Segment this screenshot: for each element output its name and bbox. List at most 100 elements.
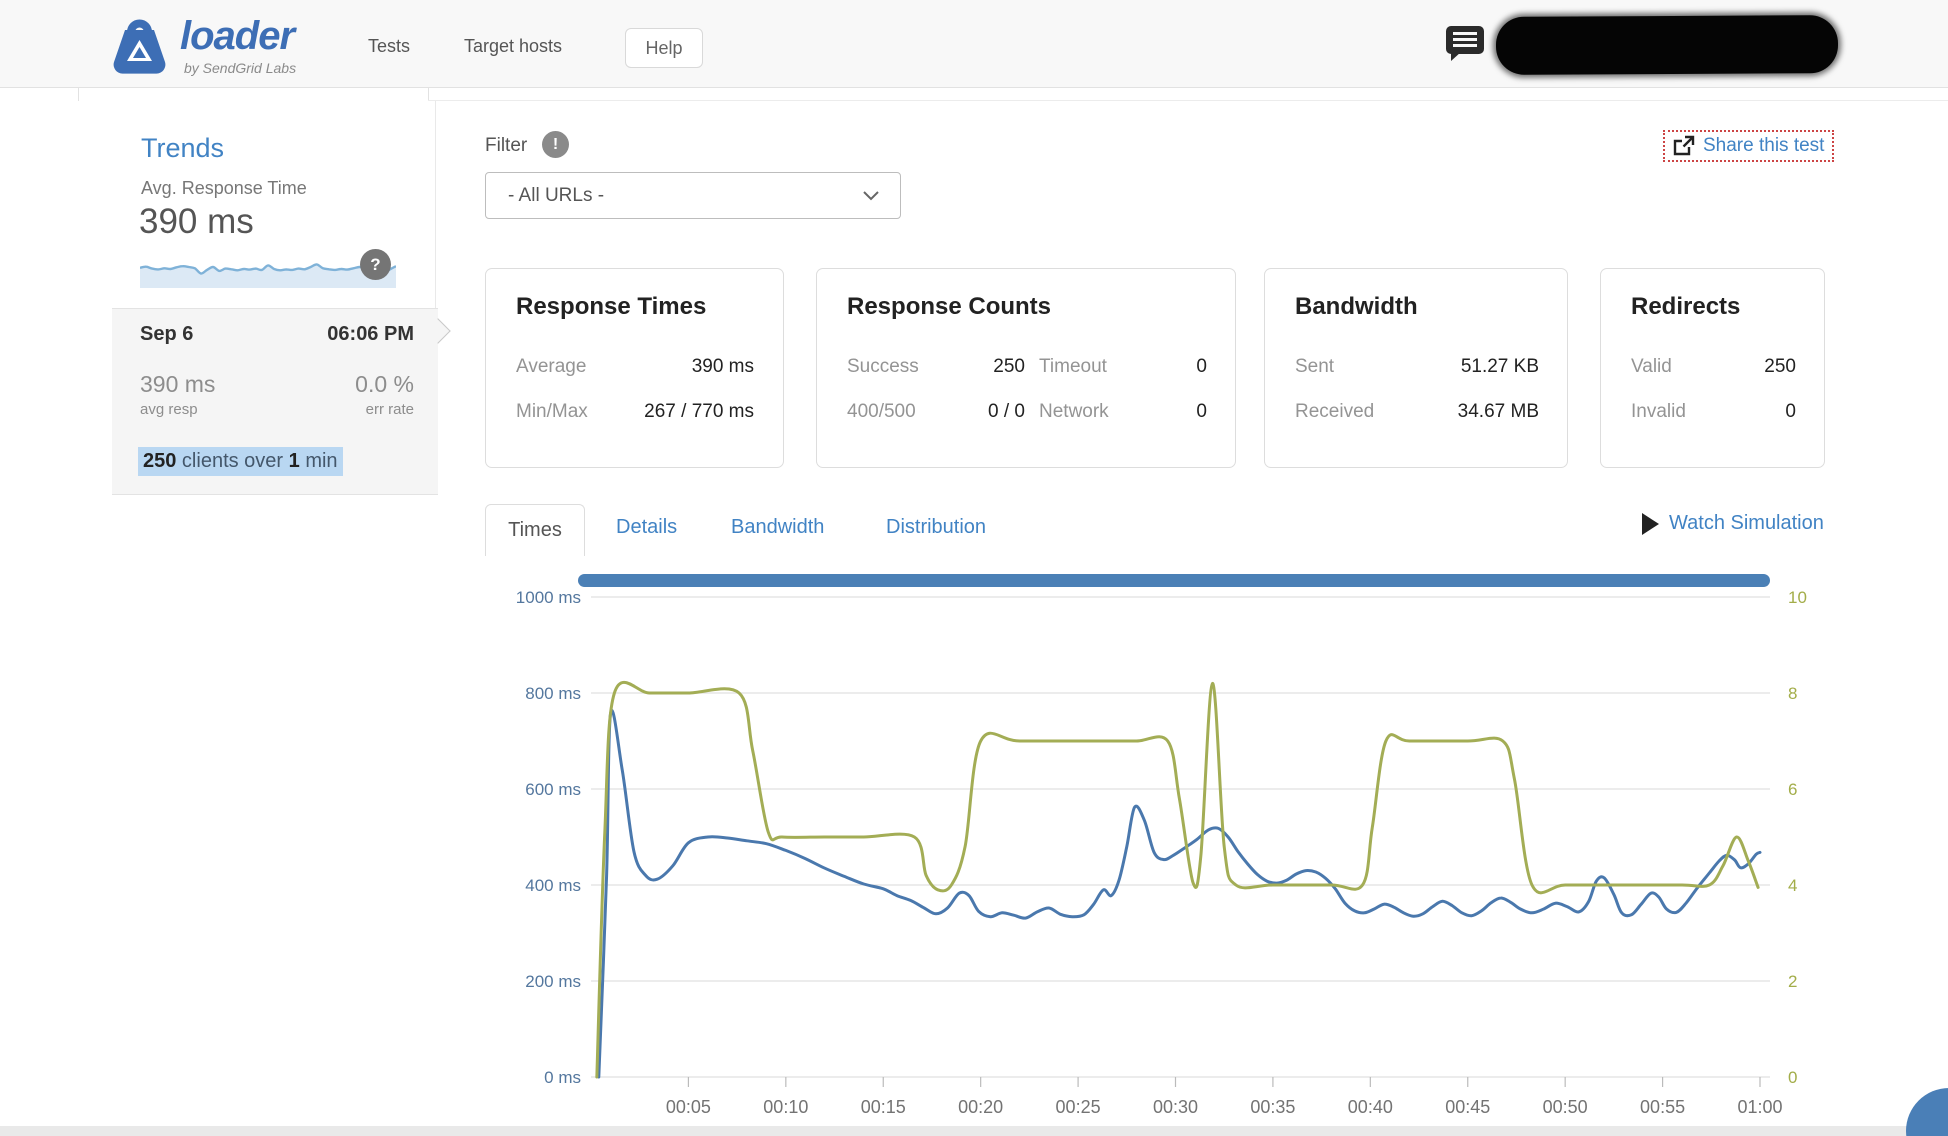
share-label: Share this test	[1703, 135, 1825, 156]
card-title: Response Counts	[847, 293, 1052, 320]
card-title: Redirects	[1631, 293, 1741, 320]
filter-label: Filter	[485, 135, 528, 156]
response-times-card: Response Times Average 390 ms Min/Max 26…	[485, 268, 784, 468]
nav-link-target-hosts[interactable]: Target hosts	[464, 36, 562, 57]
response-times-chart: 0 ms 0 200 ms 2 400 ms 4 600 ms 6 800 ms 8 1000 ms…	[516, 588, 1807, 1117]
chat-widget-button[interactable]	[1906, 1088, 1948, 1136]
clients-text: clients over	[176, 450, 289, 472]
stat-value: 0	[1196, 401, 1207, 422]
trend-time: 06:06 PM	[327, 323, 414, 345]
left-axis-tick-label: 1000 ms	[516, 588, 581, 607]
series-response-time-ms	[597, 709, 1762, 1079]
bubble-line	[1453, 44, 1477, 47]
redacted-account-name[interactable]	[1495, 15, 1839, 75]
x-axis-tick-label: 00:50	[1543, 1097, 1588, 1117]
x-axis-tick-label: 00:55	[1640, 1097, 1685, 1117]
x-axis-tick-label: 00:10	[763, 1097, 808, 1117]
tab-times[interactable]: Times	[485, 504, 585, 556]
stat-label: 400/500	[847, 401, 916, 422]
card-title: Bandwidth	[1295, 293, 1418, 320]
x-axis-tick-label: 00:25	[1056, 1097, 1101, 1117]
trend-entry-card[interactable]: Sep 6 06:06 PM 390 ms 0.0 % avg resp err…	[112, 308, 438, 495]
left-axis-tick-label: 200 ms	[525, 972, 581, 991]
help-button[interactable]: Help	[625, 28, 703, 68]
divider	[428, 100, 1948, 101]
stat-label: Min/Max	[516, 401, 588, 422]
x-axis-tick-label: 00:35	[1250, 1097, 1295, 1117]
clients-summary: 250 clients over 1 min	[138, 447, 343, 476]
left-axis-tick-label: 0 ms	[544, 1068, 581, 1087]
stat-value: 250	[993, 356, 1025, 377]
brand-name: loader	[180, 14, 295, 58]
bubble-line	[1453, 38, 1477, 41]
series-clients	[595, 680, 1760, 1079]
stat-value: 250	[1764, 356, 1796, 377]
right-axis-tick-label: 2	[1788, 972, 1797, 991]
trend-sparkline	[140, 263, 396, 288]
stat-label: Sent	[1295, 356, 1335, 377]
info-badge-icon[interactable]: !	[542, 131, 569, 158]
right-axis-tick-label: 4	[1788, 876, 1797, 895]
stat-label: Average	[516, 356, 587, 377]
x-axis-tick-label: 00:20	[958, 1097, 1003, 1117]
x-axis-tick-label: 00:40	[1348, 1097, 1393, 1117]
tab-bandwidth[interactable]: Bandwidth	[731, 516, 824, 539]
stat-label: Invalid	[1631, 401, 1686, 422]
x-axis-tick-label: 00:45	[1445, 1097, 1490, 1117]
response-counts-card: Response Counts Success 250 Timeout 0 40…	[816, 268, 1236, 468]
clients-text: min	[299, 450, 338, 472]
right-axis-tick-label: 6	[1788, 780, 1797, 799]
avg-response-time-value: 390 ms	[139, 202, 254, 241]
right-axis-tick-label: 0	[1788, 1068, 1797, 1087]
url-filter-select[interactable]: - All URLs -	[485, 172, 901, 219]
stat-value: 34.67 MB	[1457, 401, 1539, 422]
share-icon	[1673, 135, 1695, 156]
navbar: loader by SendGrid Labs Tests Target hos…	[0, 0, 1948, 88]
help-badge[interactable]: ?	[360, 249, 391, 280]
messages-icon[interactable]	[1446, 26, 1486, 64]
x-axis-tick-label: 01:00	[1737, 1097, 1782, 1117]
share-this-test-link[interactable]: Share this test	[1663, 130, 1835, 162]
trend-err-label: err rate	[365, 401, 414, 418]
bandwidth-card: Bandwidth Sent 51.27 KB Received 34.67 M…	[1264, 268, 1568, 468]
watch-simulation-label: Watch Simulation	[1669, 512, 1824, 534]
bubble-line	[1453, 32, 1477, 35]
stat-value: 390 ms	[691, 356, 754, 377]
stat-value: 0	[1196, 356, 1207, 377]
left-axis-tick-label: 400 ms	[525, 876, 581, 895]
left-axis-tick-label: 600 ms	[525, 780, 581, 799]
trends-title: Trends	[141, 133, 225, 163]
stat-value: 51.27 KB	[1460, 356, 1539, 377]
avg-response-time-label: Avg. Response Time	[141, 178, 307, 198]
loader-dashboard: loader by SendGrid Labs Tests Target hos…	[0, 0, 1948, 1136]
stat-value: 0	[1785, 401, 1796, 422]
x-axis-tick-label: 00:30	[1153, 1097, 1198, 1117]
stat-label: Success	[847, 356, 919, 377]
brand-subtitle: by SendGrid Labs	[184, 60, 297, 76]
chevron-down-icon	[863, 191, 879, 201]
x-axis-tick-label: 00:15	[861, 1097, 906, 1117]
right-axis-tick-label: 10	[1788, 588, 1807, 607]
page-bottom-strip	[0, 1126, 1948, 1136]
brand[interactable]: loader by SendGrid Labs	[108, 14, 408, 78]
left-axis-tick-label: 800 ms	[525, 684, 581, 703]
tab-distribution[interactable]: Distribution	[886, 516, 986, 539]
loader-logo-icon	[113, 19, 166, 74]
card-title: Response Times	[516, 293, 707, 320]
bubble-tail	[1451, 52, 1461, 61]
clients-duration: 1	[288, 450, 300, 472]
divider	[78, 88, 79, 101]
stat-label: Timeout	[1039, 356, 1107, 377]
clients-count: 250	[143, 450, 177, 472]
play-icon	[1642, 512, 1659, 535]
stat-label: Received	[1295, 401, 1375, 422]
stat-label: Network	[1039, 401, 1109, 422]
right-axis-tick-label: 8	[1788, 684, 1797, 703]
x-axis-tick-label: 00:05	[666, 1097, 711, 1117]
stat-value: 0 / 0	[988, 401, 1025, 422]
watch-simulation-link[interactable]: Watch Simulation	[1642, 512, 1824, 535]
nav-link-tests[interactable]: Tests	[368, 36, 410, 57]
stat-value: 267 / 770 ms	[644, 401, 754, 422]
sidebar-tab-notch	[78, 88, 428, 101]
tab-details[interactable]: Details	[616, 516, 677, 539]
